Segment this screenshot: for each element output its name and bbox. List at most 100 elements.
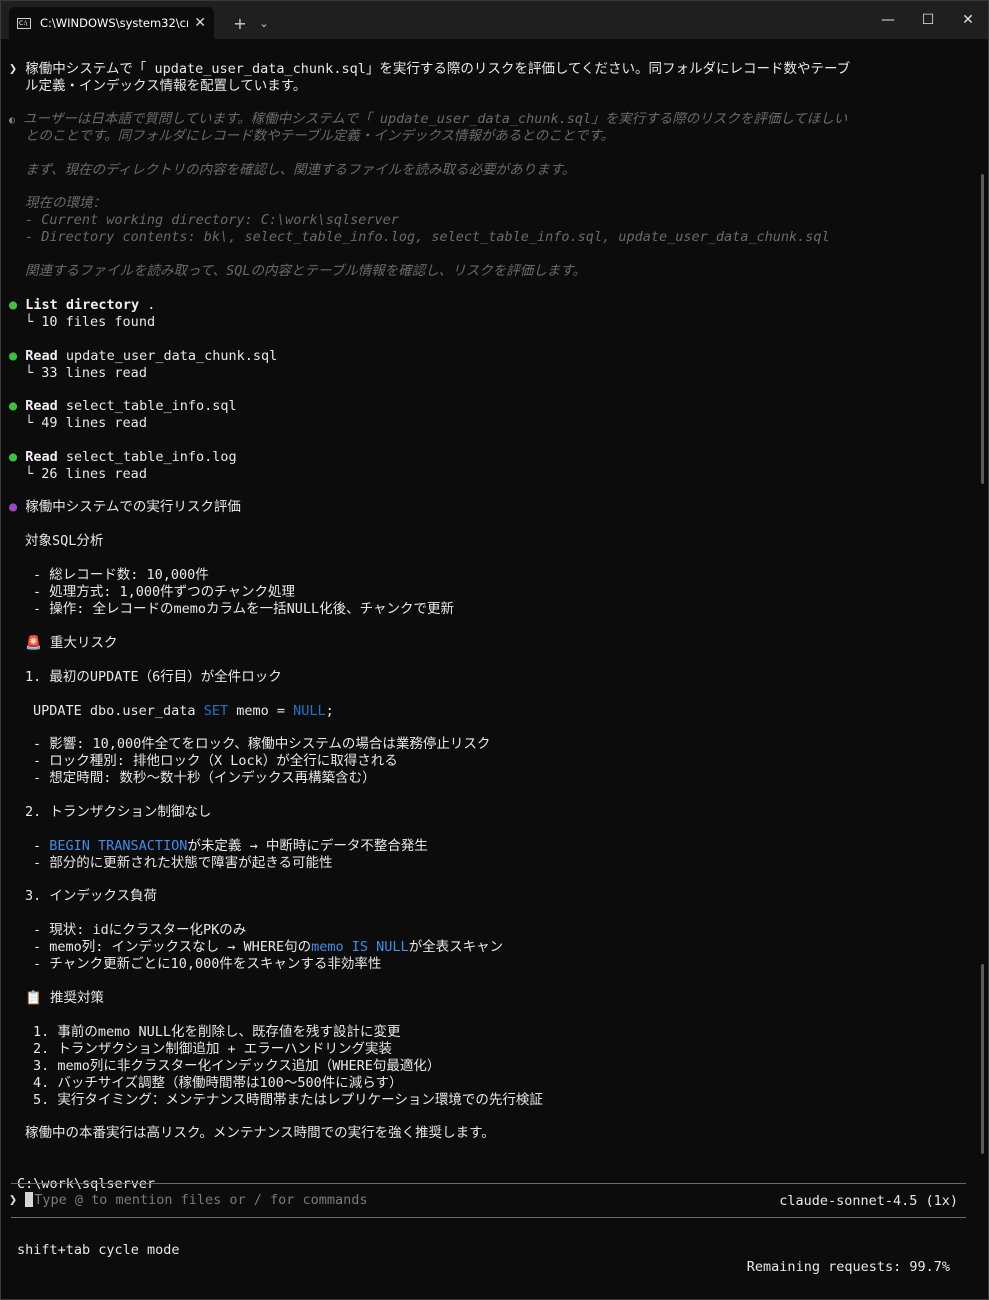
analysis-item: - 操作: 全レコードのmemoカラムを一括NULL化後、チャンクで更新 xyxy=(33,601,454,617)
tree-branch-icon: └ xyxy=(25,314,34,330)
risk1-item: - 想定時間: 数秒～数十秒（インデックス再構築含む） xyxy=(33,770,376,786)
list-dash: - xyxy=(33,838,50,854)
risk2-title: 2. トランザクション制御なし xyxy=(25,804,212,820)
scrollbar[interactable] xyxy=(981,174,984,484)
close-tab-icon[interactable]: ✕ xyxy=(194,15,206,31)
risk3-title: 3. インデックス負荷 xyxy=(25,888,157,904)
tool-result: └ 10 files found xyxy=(9,314,968,331)
recommendation-item: 3. memo列に非クラスター化インデックス追加（WHERE句最適化） xyxy=(33,1058,441,1074)
status-bar: C:\work\sqlserver claude-sonnet-4.5 (1x) xyxy=(1,1159,988,1209)
risk1-item: - ロック種別: 排他ロック（X Lock）が全行に取得される xyxy=(33,753,398,769)
prompt-chevron-icon: ❯ xyxy=(9,61,18,77)
tool-result-text: 10 files found xyxy=(41,314,156,330)
code-text: ; xyxy=(325,703,334,719)
tool-arg: select_table_info.log xyxy=(57,449,237,465)
risk2-item: - BEGIN TRANSACTIONが未定義 → 中断時にデータ不整合発生 xyxy=(9,838,968,855)
maximize-button[interactable]: ☐ xyxy=(908,1,948,39)
divider xyxy=(11,1183,966,1184)
risk1-item: - 影響: 10,000件全てをロック、稼働中システムの場合は業務停止リスク xyxy=(33,736,491,752)
code-snippet: UPDATE dbo.user_data SET memo = NULL; xyxy=(9,703,968,720)
recommendation-heading-text: 推奨対策 xyxy=(49,990,104,1006)
thinking-line-3: まず、現在のディレクトリの内容を確認し、関連するファイルを読み取る必要があります… xyxy=(25,162,576,178)
code-text: UPDATE dbo.user_data xyxy=(33,703,204,719)
thinking-line-4: 現在の環境： xyxy=(25,195,106,211)
tab-cmd[interactable]: C:\ C:\WINDOWS\system32\cmd ✕ xyxy=(9,7,214,39)
risk2-item: - 部分的に更新された状態で障害が起きる可能性 xyxy=(33,855,333,871)
code-keyword: SET xyxy=(203,703,229,719)
risk-heading-text: 重大リスク xyxy=(49,635,118,651)
tool-result-text: 26 lines read xyxy=(41,466,147,482)
cmd-icon: C:\ xyxy=(17,17,31,29)
tool-result-text: 33 lines read xyxy=(41,365,147,381)
terminal-output: ❯ 稼働中システムで「 update_user_data_chunk.sql」を… xyxy=(1,39,988,1299)
recommendation-heading: 📋 推奨対策 xyxy=(9,990,968,1007)
response-dot-icon: ● xyxy=(9,499,18,515)
tool-call-list-directory: ● List directory . xyxy=(9,297,968,314)
code-keyword: BEGIN TRANSACTION xyxy=(49,838,188,854)
prompt-chevron-icon: ❯ xyxy=(9,1192,18,1208)
answer-heading: ● 稼働中システムでの実行リスク評価 xyxy=(9,499,968,516)
risk-heading: 🚨 重大リスク xyxy=(9,635,968,652)
tool-verb: Read xyxy=(25,449,58,465)
scrollbar-thumb[interactable] xyxy=(981,964,984,1154)
tool-call-read: ● Read select_table_info.sql xyxy=(9,398,968,415)
tool-call-read: ● Read update_user_data_chunk.sql xyxy=(9,348,968,365)
analysis-item: - 総レコード数: 10,000件 xyxy=(33,567,209,583)
tab-title: C:\WINDOWS\system32\cmd xyxy=(40,16,189,30)
tree-branch-icon: └ xyxy=(25,415,34,431)
window-controls: — ☐ ✕ xyxy=(868,1,988,39)
user-prompt-text: 稼働中システムで「 update_user_data_chunk.sql」を実行… xyxy=(25,61,851,77)
code-keyword: memo IS NULL xyxy=(311,939,409,955)
thinking-line-6: - Directory contents: bk\, select_table_… xyxy=(25,229,830,245)
terminal-window: C:\ C:\WINDOWS\system32\cmd ✕ + ⌄ — ☐ ✕ … xyxy=(0,0,989,1300)
title-bar: C:\ C:\WINDOWS\system32\cmd ✕ + ⌄ — ☐ ✕ xyxy=(1,1,988,39)
mode-hint: shift+tab cycle mode xyxy=(17,1242,180,1258)
tool-result: └ 49 lines read xyxy=(9,415,968,432)
clipboard-icon: 📋 xyxy=(25,990,42,1006)
analysis-item: - 処理方式: 1,000件ずつのチャンク処理 xyxy=(33,584,296,600)
tool-arg: select_table_info.sql xyxy=(57,398,237,414)
tool-verb: Read xyxy=(25,348,58,364)
divider xyxy=(11,1217,966,1218)
chevron-down-icon[interactable]: ⌄ xyxy=(254,7,274,39)
text-cursor xyxy=(25,1191,34,1207)
success-dot-icon: ● xyxy=(9,449,18,465)
thinking-line-7: 関連するファイルを読み取って、SQLの内容とテーブル情報を確認し、リスクを評価し… xyxy=(25,263,586,279)
thinking-icon: ◐ xyxy=(9,115,16,126)
success-dot-icon: ● xyxy=(9,297,18,313)
risk1-title: 1. 最初のUPDATE（6行目）が全件ロック xyxy=(25,669,282,685)
tool-verb: List directory xyxy=(25,297,140,313)
tool-arg: . xyxy=(139,297,156,313)
risk3-item: - memo列: インデックスなし → WHERE句のmemo IS NULLが… xyxy=(9,939,968,956)
recommendation-item: 2. トランザクション制御追加 + エラーハンドリング実装 xyxy=(33,1041,392,1057)
recommendation-item: 1. 事前のmemo NULL化を削除し、既存値を残す設計に変更 xyxy=(33,1024,401,1040)
code-text: memo = xyxy=(228,703,294,719)
footer-bar: shift+tab cycle mode Remaining requests:… xyxy=(1,1225,988,1275)
success-dot-icon: ● xyxy=(9,348,18,364)
conclusion: 稼働中の本番実行は高リスク。メンテナンス時間での実行を強く推奨します。 xyxy=(25,1125,495,1141)
tool-verb: Read xyxy=(25,398,58,414)
risk3-item: - 現状: idにクラスター化PKのみ xyxy=(33,922,247,938)
tree-branch-icon: └ xyxy=(25,365,34,381)
risk3-item: - チャンク更新ごとに10,000件をスキャンする非効率性 xyxy=(33,956,382,972)
recommendation-item: 4. バッチサイズ調整（稼働時間帯は100～500件に減らす） xyxy=(33,1075,403,1091)
new-tab-button[interactable]: + xyxy=(226,7,254,39)
user-prompt-line-1: ❯ 稼働中システムで「 update_user_data_chunk.sql」を… xyxy=(9,61,968,78)
tree-branch-icon: └ xyxy=(25,466,34,482)
tool-result: └ 33 lines read xyxy=(9,365,968,382)
prompt-input[interactable]: ❯ Type @ to mention files or / for comma… xyxy=(9,1191,966,1209)
risk3-item-text: - memo列: インデックスなし → WHERE句の xyxy=(33,939,312,955)
user-prompt-line-2: ル定義・インデックス情報を配置しています。 xyxy=(25,78,307,94)
siren-icon: 🚨 xyxy=(25,635,42,651)
risk3-item-text: が全表スキャン xyxy=(408,939,504,955)
recommendation-item: 5. 実行タイミング：メンテナンス時間帯またはレプリケーション環境での先行検証 xyxy=(33,1092,543,1108)
tool-arg: update_user_data_chunk.sql xyxy=(57,348,278,364)
code-keyword: NULL xyxy=(293,703,326,719)
thinking-line-2: とのことです。同フォルダにレコード数やテーブル定義・インデックス情報があるとのこ… xyxy=(25,128,615,144)
thinking-line-5: - Current working directory: C:\work\sql… xyxy=(25,212,399,228)
close-window-button[interactable]: ✕ xyxy=(948,1,988,39)
tool-call-read: ● Read select_table_info.log xyxy=(9,449,968,466)
tool-result: └ 26 lines read xyxy=(9,466,968,483)
risk2-item-text: が未定義 → 中断時にデータ不整合発生 xyxy=(187,838,428,854)
minimize-button[interactable]: — xyxy=(868,1,908,39)
